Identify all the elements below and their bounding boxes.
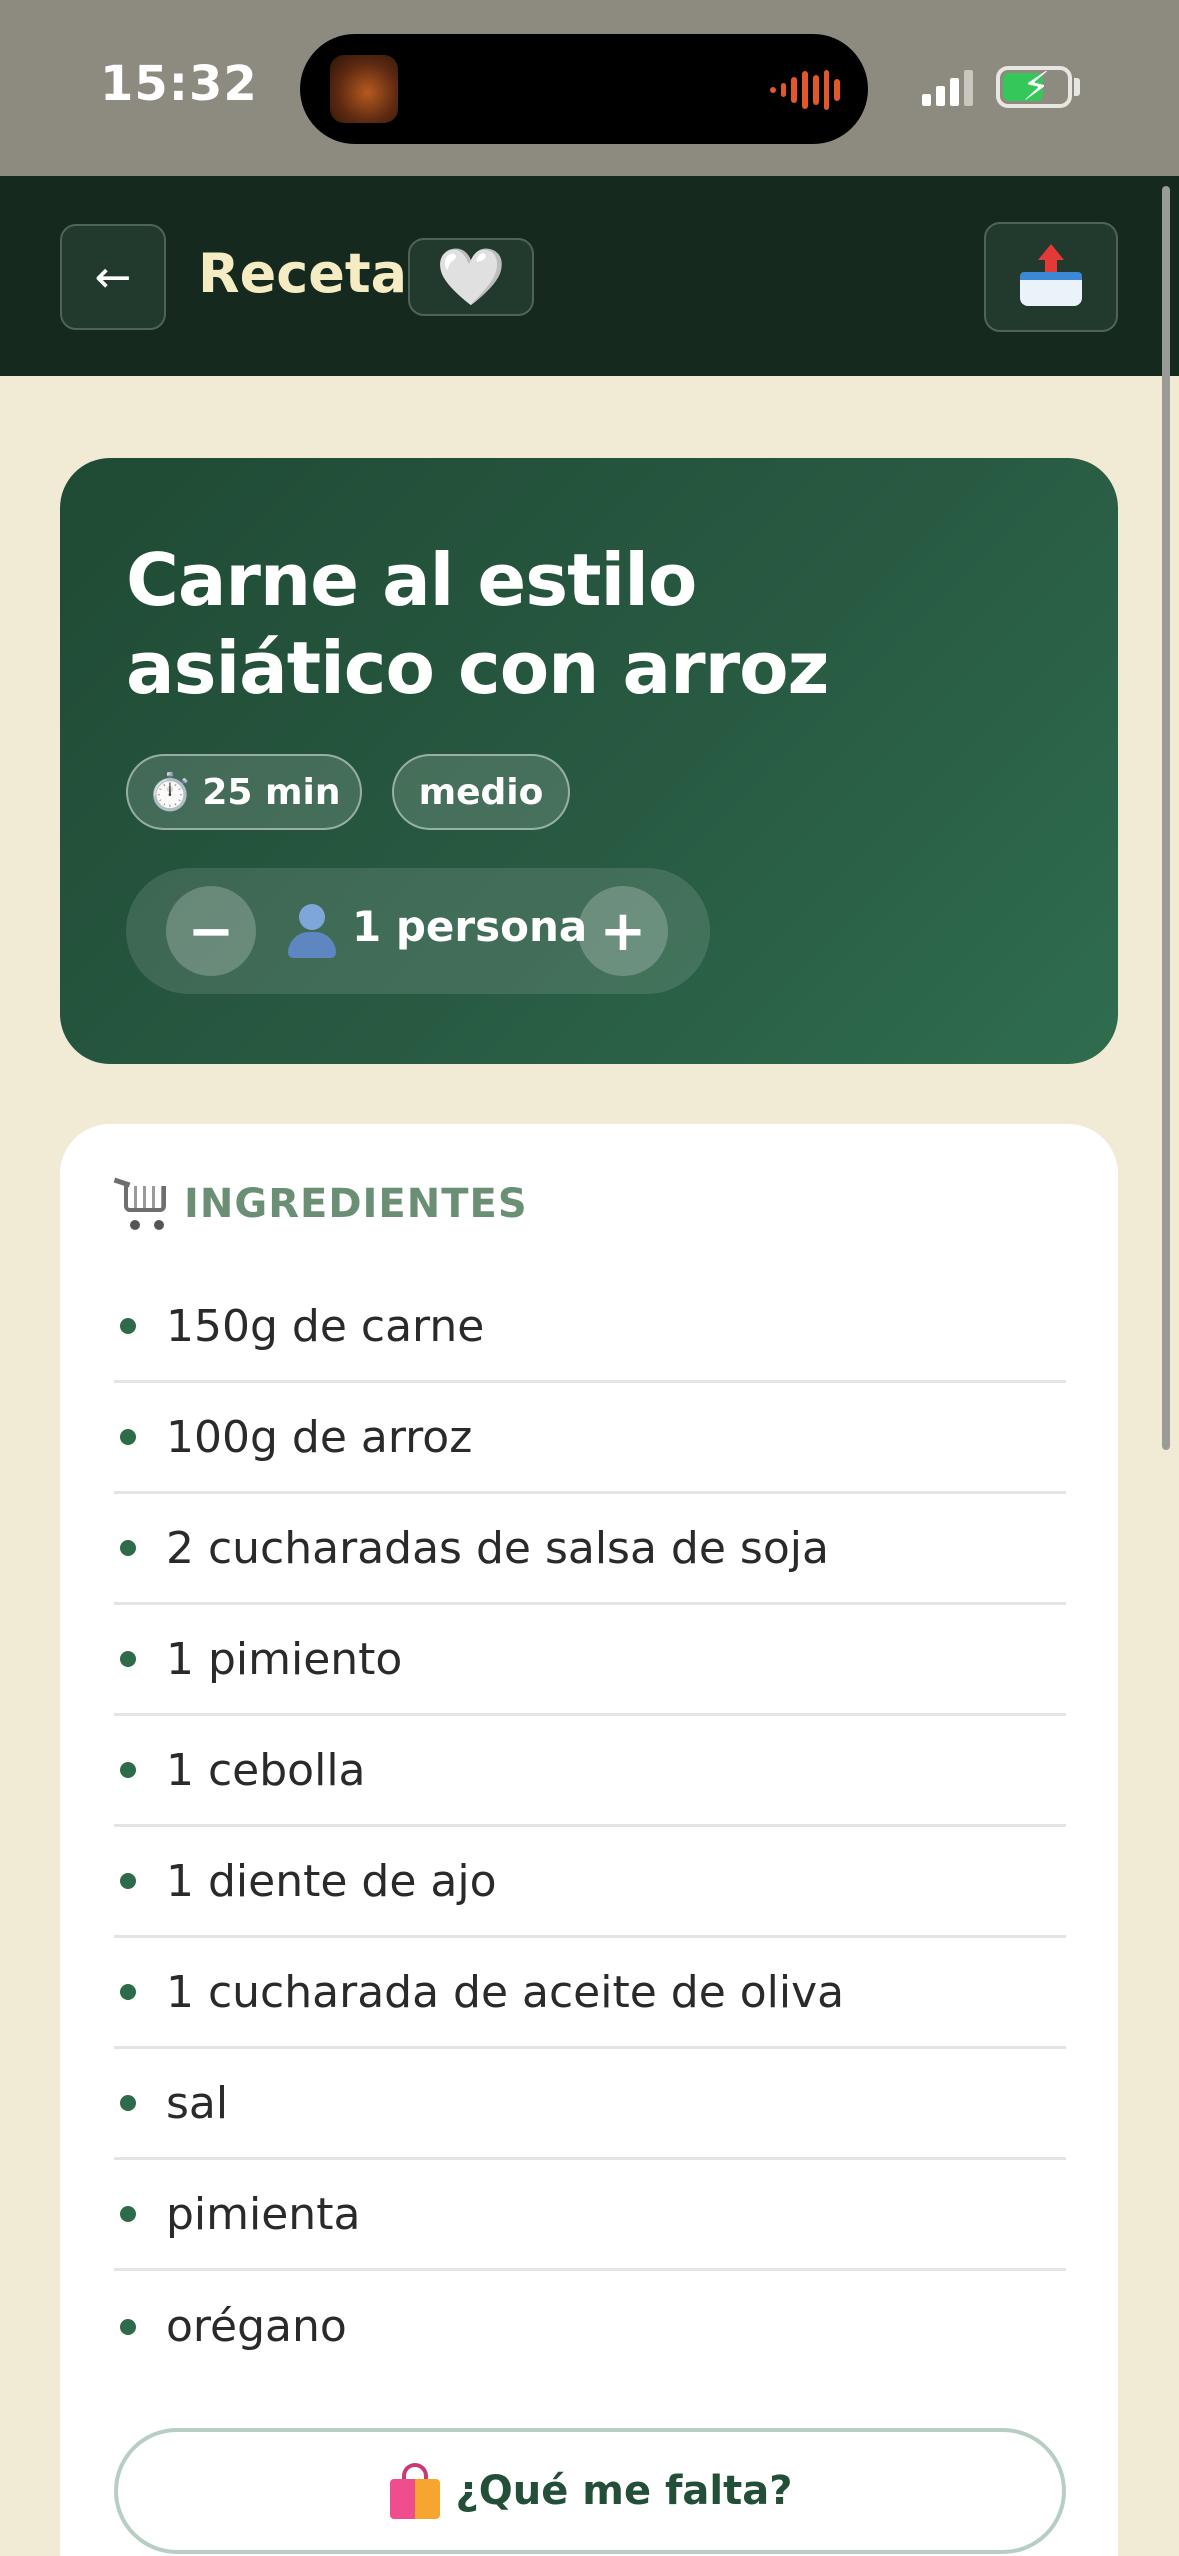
bullet-icon [120,2318,136,2335]
outbox-tray-icon [1018,244,1084,310]
ingredient-list: 150g de carne 100g de arroz 2 cucharadas… [114,1272,1066,2382]
bullet-icon [120,2206,136,2222]
ingredient-text: 1 cebolla [166,1744,366,1796]
favorite-button[interactable]: 🤍 [408,238,534,316]
list-item: 1 cebolla [114,1716,1066,1827]
status-time: 15:32 [100,56,258,112]
stopwatch-icon: ⏱️ [147,772,193,813]
portion-count: 1 persona [352,902,588,951]
bullet-icon [120,1984,136,2000]
list-item: 1 pimiento [114,1605,1066,1716]
ingredient-text: 100g de arroz [166,1411,473,1463]
time-label: 25 min [202,771,341,813]
bullet-icon [120,1873,136,1889]
bullet-icon [120,1318,136,1334]
status-bar: 15:32 ⚡ [0,0,1179,176]
person-icon [286,904,338,960]
page-title: Receta [198,242,408,305]
recipe-title: Carne al estilo asiático con arroz [126,538,829,710]
whats-missing-button[interactable]: ¿Qué me falta? [114,2428,1066,2554]
back-button[interactable]: ← [60,224,166,330]
list-item: 100g de arroz [114,1383,1066,1494]
audio-wave-icon [770,70,841,110]
ingredient-text: pimienta [166,2188,361,2240]
ingredient-text: 1 cucharada de aceite de oliva [166,1966,845,2018]
difficulty-badge: medio [392,754,570,830]
bullet-icon [120,1540,136,1556]
ingredients-header: INGREDIENTES [113,1177,528,1230]
bullet-icon [120,1762,136,1778]
plus-icon: + [599,898,647,964]
ingredients-title: INGREDIENTES [184,1181,528,1227]
scrollbar[interactable] [1162,186,1170,1450]
portion-selector: − 1 persona + [126,868,710,994]
increase-portions-button[interactable]: + [578,886,668,976]
shopping-bags-icon [388,2463,442,2519]
whats-missing-label: ¿Qué me falta? [455,2468,793,2514]
share-button[interactable] [984,222,1118,332]
battery-charging-icon: ⚡ [996,66,1072,108]
list-item: 150g de carne [114,1272,1066,1383]
ingredient-text: 1 diente de ajo [166,1855,497,1907]
cellular-signal-icon [922,70,978,106]
bullet-icon [120,1429,136,1445]
bullet-icon [120,2095,136,2111]
white-heart-icon: 🤍 [436,245,506,310]
app-header: ← Receta 🤍 [0,176,1179,376]
list-item: 1 diente de ajo [114,1827,1066,1938]
ingredients-card: INGREDIENTES 150g de carne 100g de arroz… [60,1124,1118,2556]
media-thumbnail-icon [330,55,398,123]
ingredient-text: orégano [166,2301,347,2352]
ingredient-text: sal [166,2077,229,2129]
list-item: 2 cucharadas de salsa de soja [114,1494,1066,1605]
decrease-portions-button[interactable]: − [166,886,256,976]
list-item: 1 cucharada de aceite de oliva [114,1938,1066,2049]
list-item: pimienta [114,2160,1066,2271]
battery-cap [1074,78,1080,96]
list-item: orégano [114,2271,1066,2382]
difficulty-label: medio [418,771,544,813]
ingredient-text: 150g de carne [166,1300,485,1352]
time-badge: ⏱️ 25 min [126,754,362,830]
arrow-left-icon: ← [94,251,132,303]
list-item: sal [114,2049,1066,2160]
ingredient-text: 1 pimiento [166,1633,403,1685]
recipe-hero-card: Carne al estilo asiático con arroz ⏱️ 25… [60,458,1118,1064]
ingredient-text: 2 cucharadas de salsa de soja [166,1522,829,1574]
dynamic-island[interactable] [300,34,868,144]
bullet-icon [120,1651,136,1667]
minus-icon: − [187,898,235,964]
shopping-cart-icon [113,1177,170,1230]
